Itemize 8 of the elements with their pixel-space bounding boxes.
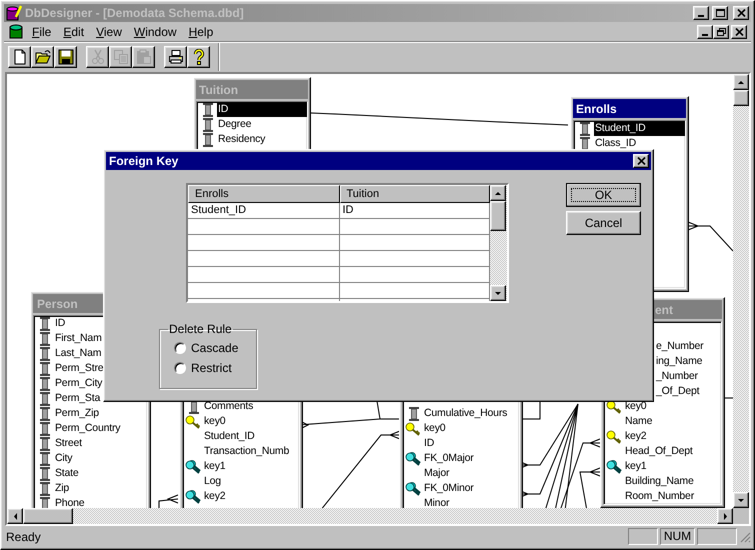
table-title: ent bbox=[655, 302, 673, 316]
table-title: Enrolls bbox=[576, 102, 617, 116]
table-title: Tuition bbox=[199, 82, 238, 96]
table-title: Person bbox=[37, 296, 78, 310]
group-label: Delete Rule bbox=[168, 322, 233, 336]
status-text: Ready bbox=[6, 530, 42, 544]
status-panel: NUM bbox=[660, 528, 695, 545]
dialog-title: Foreign Key bbox=[109, 154, 180, 168]
